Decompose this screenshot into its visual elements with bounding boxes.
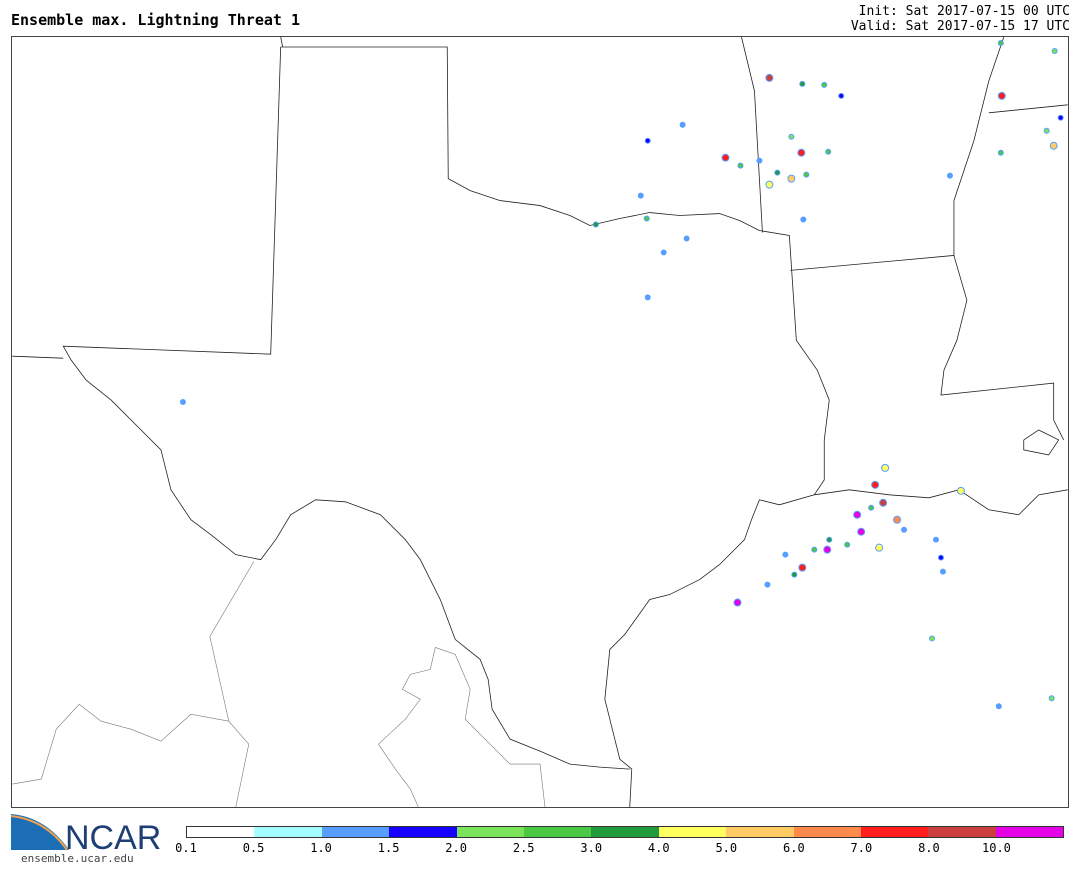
storm-cell — [857, 527, 866, 536]
storm-cell — [660, 249, 667, 256]
colorbar-label: 10.0 — [982, 841, 1011, 855]
storm-cell — [825, 148, 832, 155]
storm-cell — [803, 171, 810, 178]
logo-text: NCAR — [65, 819, 161, 852]
colorbar-segment — [591, 827, 659, 837]
storm-cell — [179, 399, 186, 406]
storm-cell — [1043, 127, 1050, 134]
storm-cell — [799, 80, 806, 87]
storm-cell — [637, 192, 644, 199]
colorbar-label: 1.5 — [377, 841, 400, 855]
storm-cell — [997, 91, 1006, 100]
storm-cell — [592, 221, 599, 228]
storm-cell — [787, 174, 796, 183]
storm-cell — [997, 39, 1004, 46]
colorbar-segment — [995, 827, 1064, 837]
colorbar — [186, 826, 1064, 838]
storm-cell — [932, 536, 939, 543]
storm-cell — [782, 551, 789, 558]
colorbar-segment — [658, 827, 727, 837]
state-borders — [12, 37, 1068, 807]
storm-cell — [788, 133, 795, 140]
storm-cell — [765, 73, 774, 82]
storm-cell — [798, 563, 807, 572]
colorbar-segment — [523, 827, 592, 837]
ncar-logo: NCAR — [11, 814, 161, 852]
colorbar-segment — [726, 827, 794, 837]
texas-outline — [280, 46, 830, 807]
lightning-threat-map — [11, 36, 1069, 808]
storm-cell — [844, 541, 851, 548]
colorbar-label: 2.5 — [512, 841, 535, 855]
storm-cell — [871, 480, 880, 489]
storm-cell — [733, 598, 742, 607]
storm-cell — [774, 169, 781, 176]
storm-cell — [683, 235, 690, 242]
colorbar-label: 1.0 — [310, 841, 332, 855]
storm-cell — [643, 215, 650, 222]
storm-cell — [765, 180, 774, 189]
colorbar-label: 8.0 — [918, 841, 940, 855]
colorbar-label: 7.0 — [850, 841, 873, 855]
storm-cell — [737, 162, 744, 169]
valid-time: Valid: Sat 2017-07-15 17 UTC — [850, 19, 1070, 34]
storm-cell — [928, 635, 935, 642]
storm-cell — [879, 498, 888, 507]
colorbar-label: 3.0 — [580, 841, 603, 855]
storm-cell — [797, 148, 806, 157]
storm-cell — [811, 546, 818, 553]
site-url: ensemble.ucar.edu — [21, 852, 134, 865]
time-info: Init: Sat 2017-07-15 00 UTC Valid: Sat 2… — [851, 4, 1070, 34]
storm-cell — [800, 216, 807, 223]
storm-cell — [644, 137, 651, 144]
colorbar-segment — [456, 827, 524, 837]
colorbar-segment — [254, 827, 322, 837]
storm-cell — [721, 153, 730, 162]
colorbar-label: 2.0 — [445, 841, 467, 855]
storm-cell — [838, 92, 845, 99]
storm-cell — [1049, 141, 1058, 150]
colorbar-segment — [389, 827, 457, 837]
colorbar-segment — [860, 827, 929, 837]
storm-cell — [901, 526, 908, 533]
storm-cell — [875, 543, 884, 552]
storm-cell — [939, 568, 946, 575]
storm-cell — [821, 81, 828, 88]
storm-cell — [823, 545, 832, 554]
colorbar-label: 6.0 — [783, 841, 805, 855]
storm-cell — [937, 554, 944, 561]
init-time: Init: Sat 2017-07-15 00 UTC — [858, 4, 1070, 19]
storm-cell — [791, 571, 798, 578]
storm-cell — [893, 515, 902, 524]
storm-cell — [946, 172, 953, 179]
storm-cell — [881, 463, 890, 472]
storm-cell — [764, 581, 771, 588]
storm-cell — [756, 157, 763, 164]
storm-cell — [956, 486, 965, 495]
storm-cell — [1051, 47, 1058, 54]
colorbar-label: 5.0 — [715, 841, 738, 855]
colorbar-segment — [187, 827, 255, 837]
map-title: Ensemble max. Lightning Threat 1 — [11, 11, 300, 29]
colorbar-segment — [321, 827, 390, 837]
storm-cell — [853, 510, 862, 519]
storm-cell — [679, 121, 686, 128]
storm-cell — [995, 703, 1002, 710]
colorbar-segment — [928, 827, 996, 837]
storm-cell — [644, 294, 651, 301]
colorbar-label: 4.0 — [647, 841, 670, 855]
storm-cell — [826, 536, 833, 543]
rio-grande — [62, 46, 630, 770]
colorbar-label: 0.5 — [242, 841, 265, 855]
colorbar-label: 0.1 — [175, 841, 197, 855]
colorbar-segment — [793, 827, 861, 837]
mexico-borders — [12, 561, 546, 807]
storm-cell — [868, 504, 875, 511]
storm-cell — [997, 149, 1004, 156]
storm-cells — [179, 39, 1064, 710]
storm-cell — [1048, 695, 1055, 702]
storm-cell — [1057, 114, 1064, 121]
